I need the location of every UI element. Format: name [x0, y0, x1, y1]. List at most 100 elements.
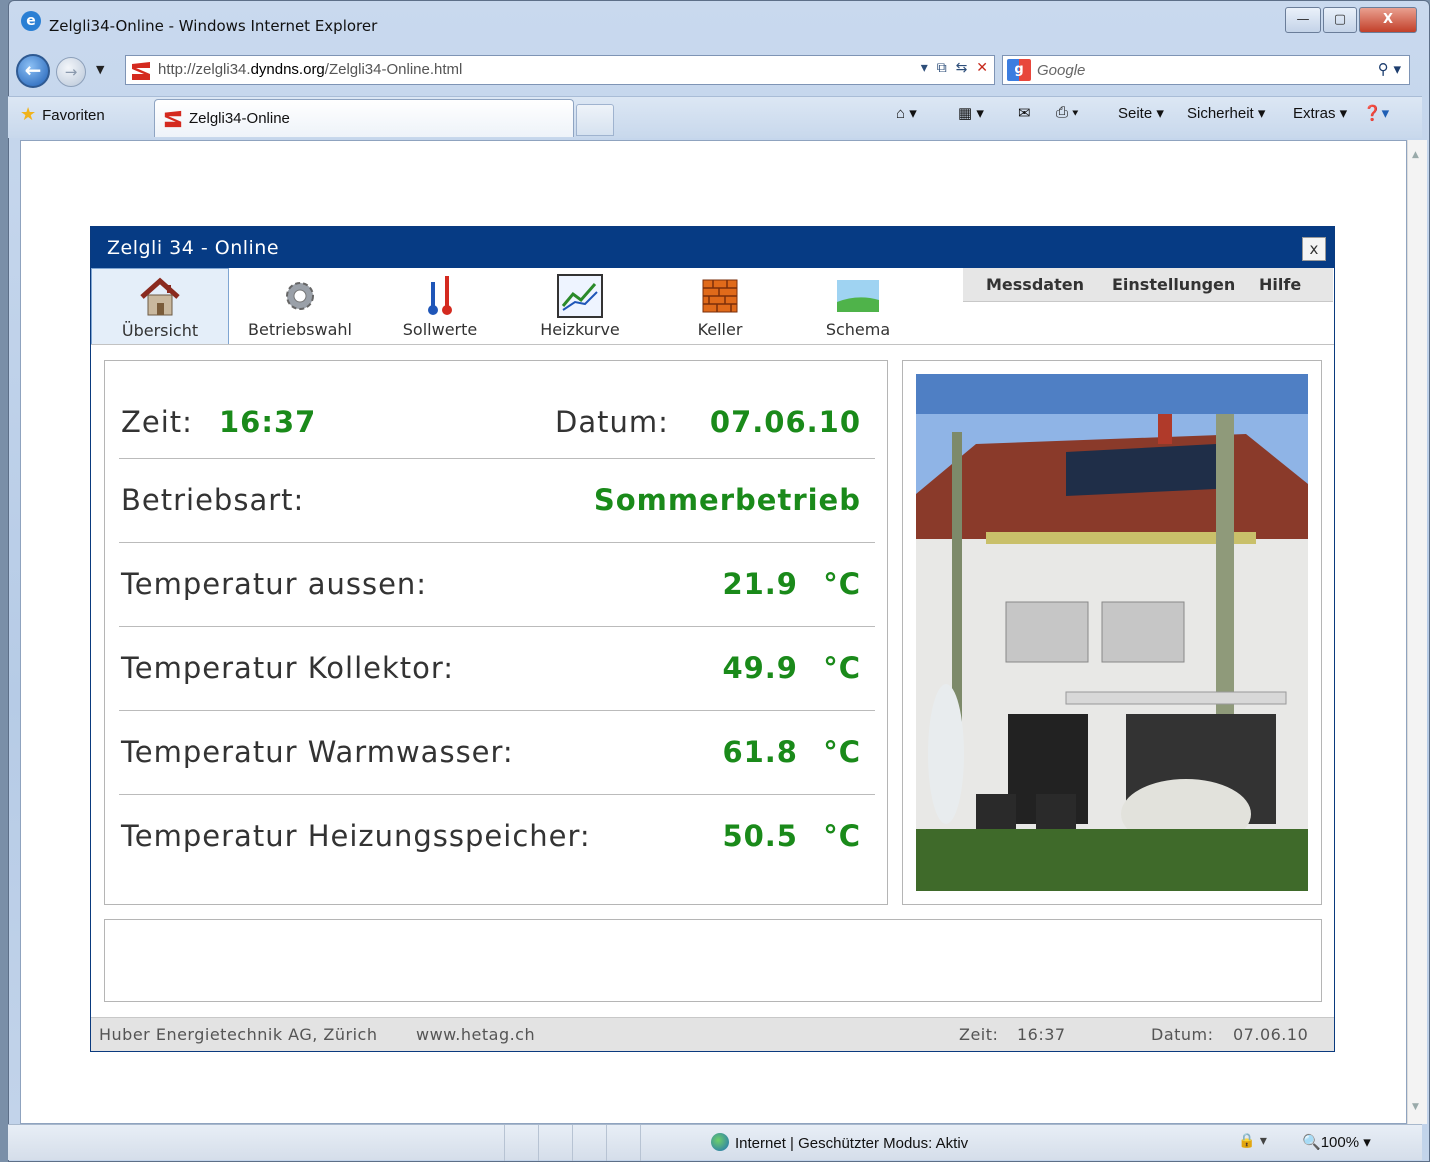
safety-menu[interactable]: Sicherheit ▾	[1187, 104, 1265, 122]
minimize-button[interactable]: —	[1285, 7, 1321, 33]
temperature-label: Temperatur Kollektor:	[121, 651, 455, 685]
nav-label: Übersicht	[121, 321, 199, 340]
gear-icon	[286, 282, 314, 310]
search-box[interactable]: g Google ⚲ ▾	[1002, 55, 1410, 85]
search-icon[interactable]: ⚲ ▾	[1378, 60, 1401, 78]
status-bar: Internet | Geschützter Modus: Aktiv 🔒 ▾ …	[8, 1124, 1422, 1161]
status-divider	[538, 1125, 539, 1161]
menu-messdaten[interactable]: Messdaten	[986, 275, 1084, 294]
landscape-icon	[837, 280, 879, 312]
temperature-unit: °C	[823, 819, 861, 853]
status-divider	[504, 1125, 505, 1161]
url-text: http://zelgli34.dyndns.org/Zelgli34-Onli…	[158, 61, 463, 78]
nav-sollwerte[interactable]: Sollwerte	[371, 268, 509, 344]
history-dropdown-icon[interactable]: ▼	[96, 63, 104, 76]
betriebsart-value: Sommerbetrieb	[593, 483, 861, 517]
app-window: Zelgli 34 - Online x Übersicht Betriebsw…	[90, 226, 1335, 1052]
chart-icon	[557, 274, 603, 318]
footer-website[interactable]: www.hetag.ch	[416, 1025, 535, 1044]
title-bar: e Zelgli34-Online - Windows Internet Exp…	[9, 1, 1429, 47]
temperature-label: Temperatur Heizungsspeicher:	[121, 819, 591, 853]
menu-hilfe[interactable]: Hilfe	[1259, 275, 1301, 294]
brick-icon	[702, 279, 738, 313]
time-date-row: Zeit: 16:37 Datum: 07.06.10	[119, 379, 875, 459]
footer-zeit-value: 16:37	[1017, 1025, 1066, 1044]
nav-label: Keller	[697, 320, 743, 339]
status-divider	[572, 1125, 573, 1161]
back-button[interactable]: ←	[16, 54, 50, 88]
scroll-up-icon[interactable]: ▲	[1412, 150, 1419, 160]
footer-datum-label: Datum:	[1151, 1025, 1214, 1044]
temperature-value: 49.9	[722, 651, 798, 685]
ie-logo-icon: e	[21, 11, 41, 31]
house-photo	[916, 374, 1308, 891]
browser-tab[interactable]: Zelgli34-Online	[154, 99, 574, 137]
home-icon[interactable]: ⌂ ▾	[896, 104, 917, 122]
temperature-value: 50.5	[722, 819, 798, 853]
temperature-row: Temperatur aussen: 21.9 °C	[119, 543, 875, 627]
thermometer-icon	[428, 276, 452, 315]
maximize-button[interactable]: ▢	[1323, 7, 1357, 33]
temperature-label: Temperatur Warmwasser:	[121, 735, 514, 769]
temperature-label: Temperatur aussen:	[121, 567, 428, 601]
betriebsart-label: Betriebsart:	[121, 483, 305, 517]
footer-datum-value: 07.06.10	[1233, 1025, 1309, 1044]
house-photo-panel	[902, 360, 1322, 905]
scroll-down-icon[interactable]: ▼	[1412, 1102, 1419, 1112]
app-close-button[interactable]: x	[1302, 237, 1326, 261]
tab-favicon-icon	[164, 110, 182, 128]
address-bar[interactable]: http://zelgli34.dyndns.org/Zelgli34-Onli…	[125, 55, 995, 85]
zeit-value: 16:37	[219, 405, 317, 439]
nav-label: Heizkurve	[540, 320, 620, 339]
star-icon: ★	[20, 104, 37, 124]
status-divider	[640, 1125, 641, 1161]
site-favicon-icon	[130, 60, 152, 82]
google-icon: g	[1007, 59, 1031, 81]
footer-zeit-label: Zeit:	[959, 1025, 999, 1044]
page-menu[interactable]: Seite ▾	[1118, 104, 1164, 122]
footer-company: Huber Energietechnik AG, Zürich	[99, 1025, 378, 1044]
nav-schema[interactable]: Schema	[789, 268, 927, 344]
feeds-icon[interactable]: ▦ ▾	[958, 104, 984, 122]
close-window-button[interactable]: X	[1359, 7, 1417, 33]
nav-betriebswahl[interactable]: Betriebswahl	[231, 268, 369, 344]
mail-icon[interactable]: ✉	[1018, 104, 1031, 122]
app-footer: Huber Energietechnik AG, Zürich www.heta…	[91, 1017, 1334, 1051]
search-placeholder: Google	[1037, 62, 1086, 79]
app-header: Zelgli 34 - Online x	[91, 227, 1334, 268]
favorites-button[interactable]: ★ Favoriten	[20, 104, 105, 125]
nav-heizkurve[interactable]: Heizkurve	[511, 268, 649, 344]
vertical-scrollbar[interactable]: ▲ ▼	[1407, 140, 1427, 1124]
temperature-value: 21.9	[722, 567, 798, 601]
house-icon	[140, 277, 180, 316]
temperature-value: 61.8	[722, 735, 798, 769]
nav-uebersicht[interactable]: Übersicht	[91, 268, 229, 344]
app-title: Zelgli 34 - Online	[107, 237, 280, 259]
help-icon[interactable]: ❓▾	[1363, 104, 1389, 122]
temperature-unit: °C	[823, 567, 861, 601]
top-menu: Messdaten Einstellungen Hilfe	[963, 268, 1333, 302]
forward-button[interactable]: →	[56, 57, 86, 87]
security-zone[interactable]: Internet | Geschützter Modus: Aktiv	[711, 1133, 968, 1152]
nav-label: Schema	[825, 320, 891, 339]
new-tab-button[interactable]	[576, 104, 614, 136]
temperature-unit: °C	[823, 735, 861, 769]
status-divider	[606, 1125, 607, 1161]
zeit-label: Zeit:	[121, 405, 193, 439]
menu-einstellungen[interactable]: Einstellungen	[1112, 275, 1235, 294]
print-icon[interactable]: ⎙ ▾	[1056, 104, 1078, 121]
nav-label: Betriebswahl	[248, 320, 352, 339]
protected-mode-icon[interactable]: 🔒 ▾	[1238, 1133, 1267, 1149]
nav-keller[interactable]: Keller	[651, 268, 789, 344]
tools-menu[interactable]: Extras ▾	[1293, 104, 1347, 122]
address-tools[interactable]: ▾ ⧉ ⇆ ✕	[921, 60, 988, 76]
window-title: Zelgli34-Online - Windows Internet Explo…	[49, 17, 378, 35]
temperature-unit: °C	[823, 651, 861, 685]
tab-title: Zelgli34-Online	[189, 110, 290, 127]
zoom-level[interactable]: 🔍100% ▾	[1302, 1133, 1371, 1151]
datum-label: Datum:	[555, 405, 669, 439]
datum-value: 07.06.10	[709, 405, 861, 439]
temperature-row: Temperatur Kollektor: 49.9 °C	[119, 627, 875, 711]
temperature-row: Temperatur Heizungsspeicher: 50.5 °C	[119, 795, 875, 879]
message-area	[104, 919, 1322, 1002]
